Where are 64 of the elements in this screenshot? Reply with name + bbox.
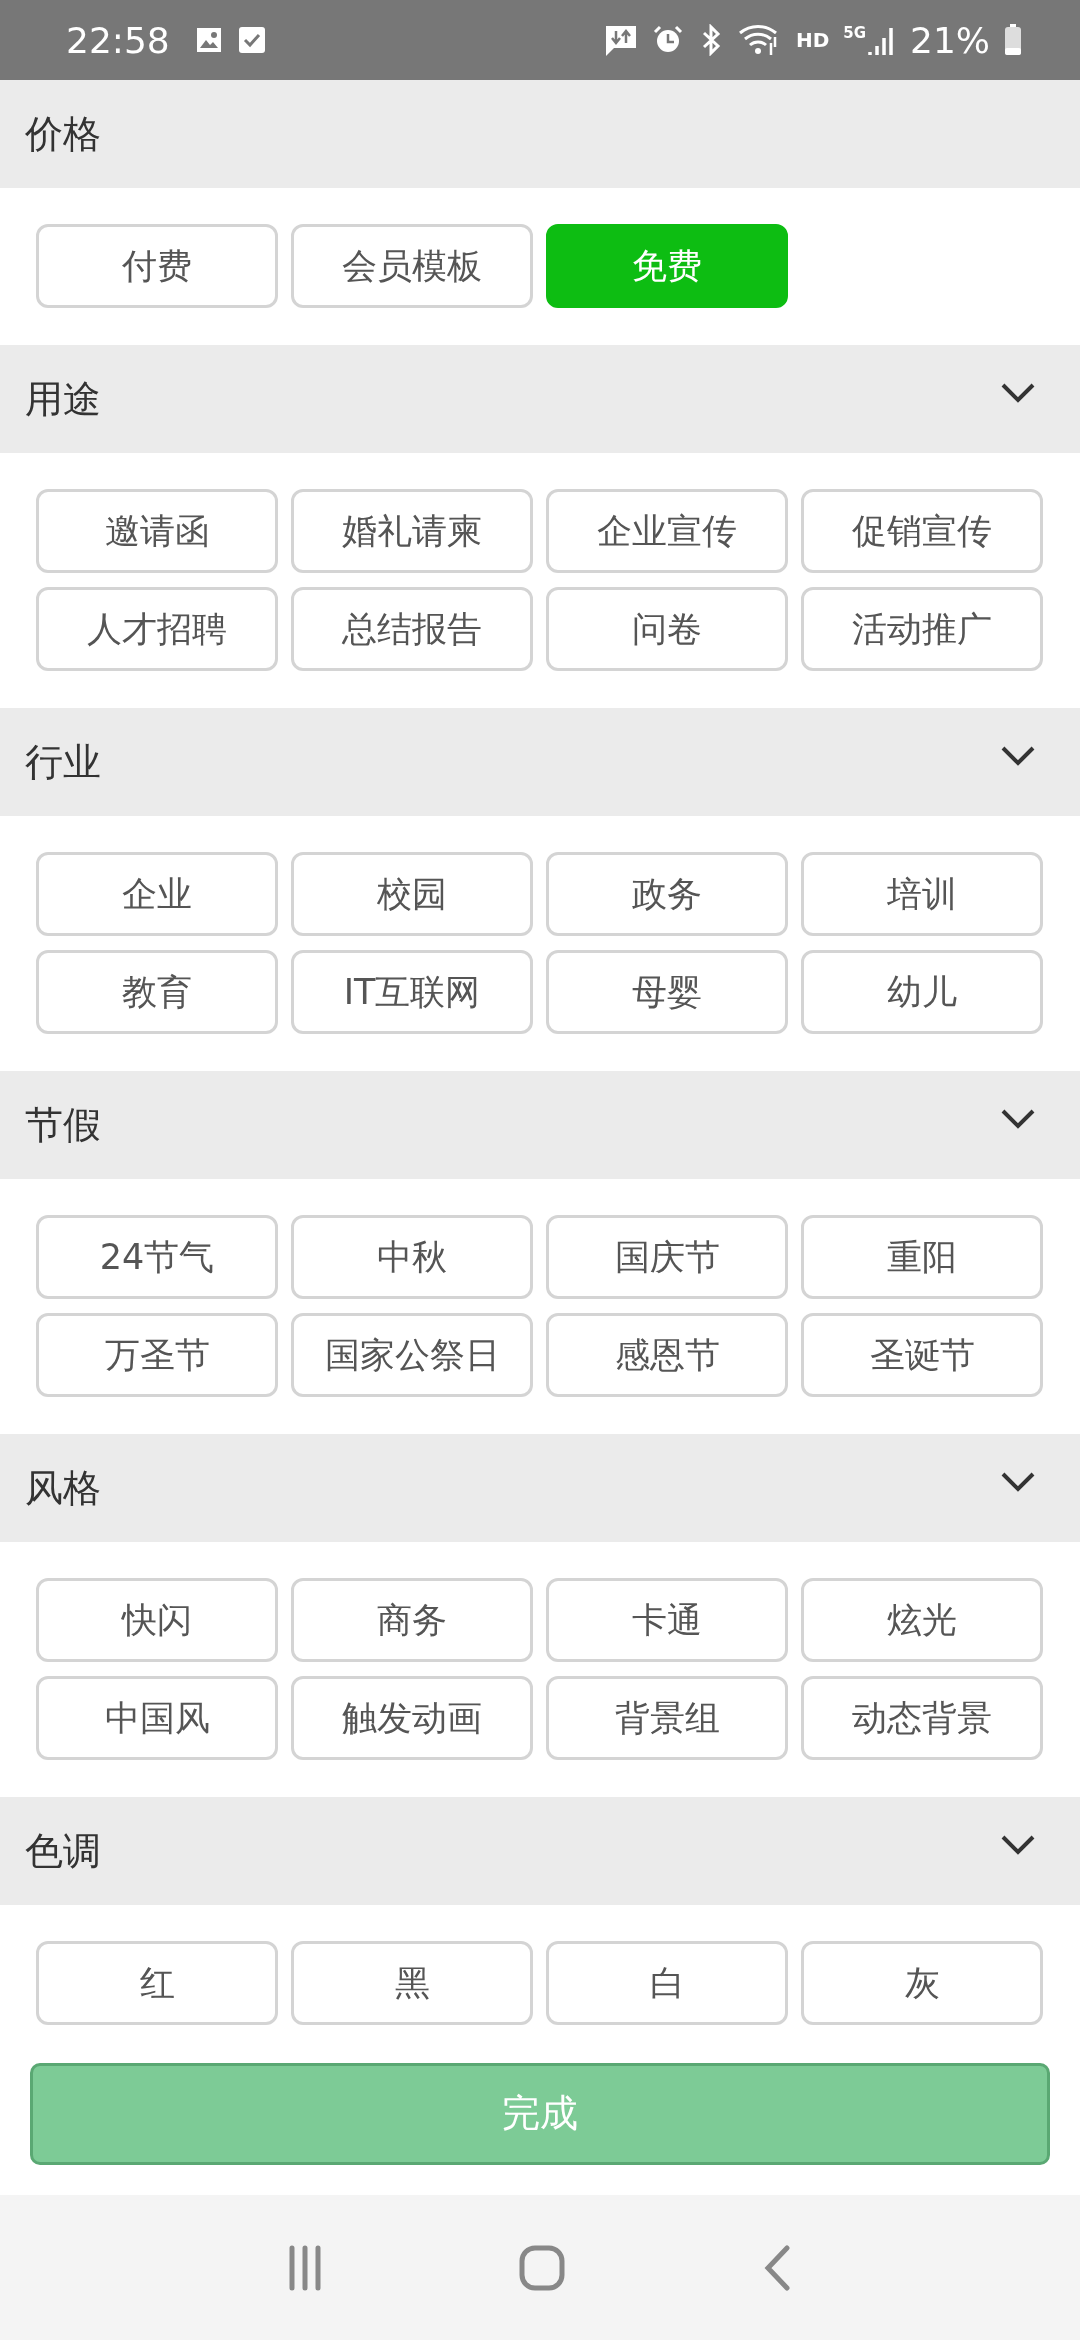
chevron-down-icon[interactable] bbox=[1000, 1471, 1036, 1493]
filter-chip[interactable]: 邀请函 bbox=[36, 489, 278, 573]
filter-chip[interactable]: 培训 bbox=[801, 852, 1043, 936]
section-title: 用途 bbox=[25, 375, 101, 423]
section-header[interactable]: 用途 bbox=[0, 345, 1080, 453]
filter-chip[interactable]: 母婴 bbox=[546, 950, 788, 1034]
hd-label: HD bbox=[795, 28, 830, 52]
filter-chip[interactable]: 24节气 bbox=[36, 1215, 278, 1299]
section-title: 风格 bbox=[25, 1464, 101, 1512]
filter-chip[interactable]: 活动推广 bbox=[801, 587, 1043, 671]
chevron-down-icon[interactable] bbox=[1000, 745, 1036, 767]
filter-chip[interactable]: 商务 bbox=[291, 1578, 533, 1662]
filter-chip[interactable]: 背景组 bbox=[546, 1676, 788, 1760]
filter-chip[interactable]: 教育 bbox=[36, 950, 278, 1034]
checkbox-icon bbox=[237, 26, 266, 54]
network-label: 5G bbox=[843, 24, 866, 42]
section-title: 节假 bbox=[25, 1101, 101, 1149]
filter-chip[interactable]: 幼儿 bbox=[801, 950, 1043, 1034]
message-icon bbox=[603, 23, 638, 57]
filter-chip[interactable]: 人才招聘 bbox=[36, 587, 278, 671]
filter-chip[interactable]: 企业宣传 bbox=[546, 489, 788, 573]
filter-chip[interactable]: 触发动画 bbox=[291, 1676, 533, 1760]
section-title: 色调 bbox=[25, 1827, 101, 1875]
filter-chip[interactable]: 国家公祭日 bbox=[291, 1313, 533, 1397]
section-title: 行业 bbox=[25, 738, 101, 786]
filter-chip[interactable]: 企业 bbox=[36, 852, 278, 936]
filter-chip[interactable]: 白 bbox=[546, 1941, 788, 2025]
filter-chip[interactable]: 婚礼请柬 bbox=[291, 489, 533, 573]
filter-chip[interactable]: 中秋 bbox=[291, 1215, 533, 1299]
back-icon[interactable] bbox=[762, 2243, 792, 2292]
filter-chip[interactable]: 感恩节 bbox=[546, 1313, 788, 1397]
filter-chip[interactable]: 炫光 bbox=[801, 1578, 1043, 1662]
battery-icon bbox=[1004, 24, 1022, 56]
filter-chip[interactable]: 动态背景 bbox=[801, 1676, 1043, 1760]
clock-time: 22:58 bbox=[66, 19, 170, 61]
recent-apps-icon[interactable] bbox=[288, 2244, 322, 2291]
filter-chip[interactable]: 中国风 bbox=[36, 1676, 278, 1760]
filter-chip[interactable]: 总结报告 bbox=[291, 587, 533, 671]
section-title: 价格 bbox=[25, 110, 101, 158]
filter-chip[interactable]: IT互联网 bbox=[291, 950, 533, 1034]
chevron-down-icon[interactable] bbox=[1000, 1108, 1036, 1130]
filter-chip[interactable]: 重阳 bbox=[801, 1215, 1043, 1299]
filter-chip[interactable]: 付费 bbox=[36, 224, 278, 308]
filter-chip[interactable]: 国庆节 bbox=[546, 1215, 788, 1299]
battery-level: 21% bbox=[910, 19, 990, 61]
filter-chip[interactable]: 万圣节 bbox=[36, 1313, 278, 1397]
filter-chip[interactable]: 问卷 bbox=[546, 587, 788, 671]
filter-chip[interactable]: 快闪 bbox=[36, 1578, 278, 1662]
filter-chip[interactable]: 促销宣传 bbox=[801, 489, 1043, 573]
filter-chip[interactable]: 卡通 bbox=[546, 1578, 788, 1662]
filter-chip[interactable]: 校园 bbox=[291, 852, 533, 936]
filter-chip[interactable]: 会员模板 bbox=[291, 224, 533, 308]
filter-chip[interactable]: 圣诞节 bbox=[801, 1313, 1043, 1397]
filter-chip[interactable]: 政务 bbox=[546, 852, 788, 936]
section-header[interactable]: 风格 bbox=[0, 1434, 1080, 1542]
chevron-down-icon[interactable] bbox=[1000, 1834, 1036, 1856]
section-header[interactable]: 节假 bbox=[0, 1071, 1080, 1179]
section-header[interactable]: 色调 bbox=[0, 1797, 1080, 1905]
chevron-down-icon[interactable] bbox=[1000, 382, 1036, 404]
filter-chip[interactable]: 黑 bbox=[291, 1941, 533, 2025]
section-header[interactable]: 行业 bbox=[0, 708, 1080, 816]
filter-chip[interactable]: 红 bbox=[36, 1941, 278, 2025]
filter-chip[interactable]: 灰 bbox=[801, 1941, 1043, 2025]
home-icon[interactable] bbox=[518, 2243, 566, 2292]
